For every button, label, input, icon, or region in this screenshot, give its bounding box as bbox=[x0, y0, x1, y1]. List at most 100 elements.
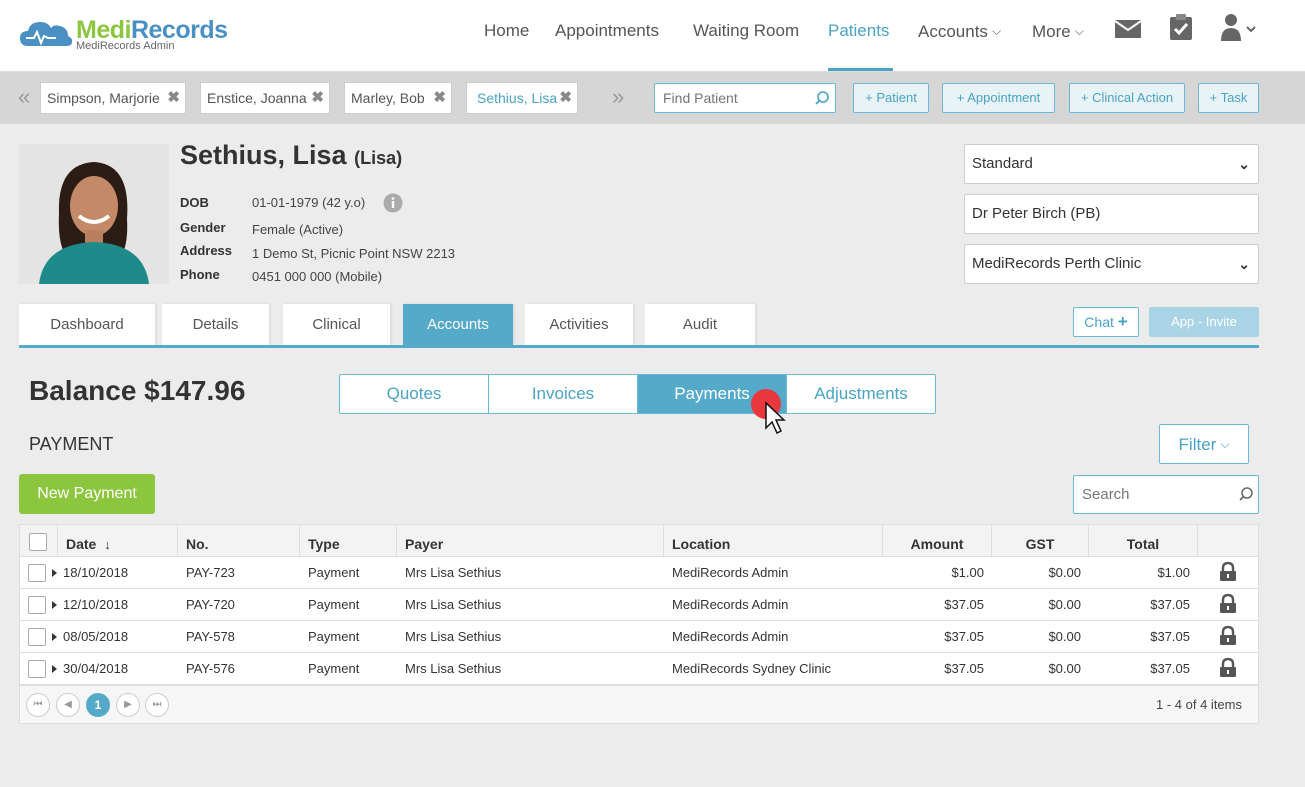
search-input[interactable] bbox=[1073, 475, 1259, 514]
row-checkbox[interactable] bbox=[28, 564, 46, 582]
select-all-header bbox=[20, 525, 58, 557]
add-task-button[interactable]: + Task bbox=[1198, 83, 1259, 113]
row-checkbox[interactable] bbox=[28, 596, 46, 614]
row-checkbox[interactable] bbox=[28, 628, 46, 646]
chevron-down-icon: ⌄ bbox=[1238, 256, 1250, 272]
chevron-down-icon: ⌵ bbox=[1220, 437, 1230, 451]
segment-adjustments[interactable]: Adjustments bbox=[786, 374, 936, 414]
nav-waiting-room[interactable]: Waiting Room bbox=[693, 0, 799, 72]
nav-more[interactable]: More ⌵ bbox=[1032, 0, 1084, 72]
search-icon[interactable] bbox=[1238, 486, 1254, 502]
first-page-icon[interactable]: ⏮ bbox=[26, 693, 50, 717]
patient-tab-simpson[interactable]: Simpson, Marjorie ✖ bbox=[40, 82, 186, 114]
tab-dashboard[interactable]: Dashboard bbox=[19, 304, 155, 346]
cell-type: Payment bbox=[308, 565, 360, 580]
user-icon[interactable] bbox=[1220, 13, 1260, 43]
lock-icon[interactable] bbox=[1219, 658, 1237, 678]
scroll-left-icon[interactable]: « bbox=[18, 86, 30, 108]
cell-payer: Mrs Lisa Sethius bbox=[405, 661, 502, 676]
column-header-gst[interactable]: GST bbox=[992, 525, 1089, 557]
patient-name: Sethius, Lisa (Lisa) bbox=[180, 140, 403, 170]
add-appointment-button[interactable]: + Appointment bbox=[942, 83, 1055, 113]
find-patient-input[interactable] bbox=[654, 83, 836, 113]
scroll-right-icon[interactable]: » bbox=[612, 86, 624, 108]
nav-accounts[interactable]: Accounts ⌵ bbox=[918, 0, 1001, 72]
lock-icon[interactable] bbox=[1219, 562, 1237, 582]
column-header-payer[interactable]: Payer bbox=[397, 525, 664, 557]
mail-icon[interactable] bbox=[1114, 18, 1142, 40]
table-row[interactable]: 30/04/2018 PAY-576 Payment Mrs Lisa Sethius… bbox=[20, 653, 1258, 685]
row-checkbox[interactable] bbox=[28, 660, 46, 678]
tab-audit[interactable]: Audit bbox=[645, 304, 755, 346]
select-all-checkbox[interactable] bbox=[29, 533, 47, 551]
expand-row-icon[interactable] bbox=[52, 633, 57, 641]
patient-tab-sethius[interactable]: Sethius, Lisa ✖ bbox=[466, 82, 578, 114]
expand-row-icon[interactable] bbox=[52, 601, 57, 609]
chevron-down-icon: ⌵ bbox=[991, 24, 1002, 38]
lock-icon[interactable] bbox=[1219, 626, 1237, 646]
cell-no: PAY-576 bbox=[186, 661, 235, 676]
prev-page-icon[interactable]: ◀ bbox=[56, 693, 80, 717]
cell-gst: $0.00 bbox=[1048, 597, 1081, 612]
table-row[interactable]: 18/10/2018 PAY-723 Payment Mrs Lisa Sethius… bbox=[20, 557, 1258, 589]
page-number[interactable]: 1 bbox=[86, 693, 110, 717]
column-header-no[interactable]: No. bbox=[178, 525, 300, 557]
info-icon[interactable] bbox=[383, 193, 403, 213]
phone-value: 0451 000 000 (Mobile) bbox=[252, 269, 383, 284]
patient-tab-marley[interactable]: Marley, Bob ✖ bbox=[344, 82, 452, 114]
cell-payer: Mrs Lisa Sethius bbox=[405, 565, 502, 580]
gender-label: Gender bbox=[180, 220, 226, 235]
logo[interactable]: MediRecords MediRecords Admin bbox=[18, 14, 248, 58]
segment-quotes[interactable]: Quotes bbox=[339, 374, 489, 414]
close-icon[interactable]: ✖ bbox=[559, 83, 572, 113]
clipboard-check-icon[interactable] bbox=[1169, 13, 1193, 41]
pagination: ⏮ ◀ 1 ▶ ⏭ 1 - 4 of 4 items bbox=[20, 685, 1258, 723]
billing-type-select[interactable]: Standard ⌄ bbox=[964, 144, 1259, 184]
column-header-date[interactable]: Date ↓ bbox=[58, 525, 178, 557]
segment-invoices[interactable]: Invoices bbox=[488, 374, 638, 414]
expand-row-icon[interactable] bbox=[52, 665, 57, 673]
app-invite-button[interactable]: App - Invite bbox=[1149, 307, 1259, 337]
column-header-location[interactable]: Location bbox=[664, 525, 883, 557]
search-icon[interactable] bbox=[814, 90, 830, 106]
address-value: 1 Demo St, Picnic Point NSW 2213 bbox=[252, 246, 456, 261]
address-label: Address bbox=[180, 243, 233, 258]
cell-no: PAY-578 bbox=[186, 629, 235, 644]
table-row[interactable]: 12/10/2018 PAY-720 Payment Mrs Lisa Sethius… bbox=[20, 589, 1258, 621]
table-row[interactable]: 08/05/2018 PAY-578 Payment Mrs Lisa Sethius… bbox=[20, 621, 1258, 653]
patient-tab-enstice[interactable]: Enstice, Joanna ✖ bbox=[200, 82, 330, 114]
column-header-total[interactable]: Total bbox=[1089, 525, 1198, 557]
last-page-icon[interactable]: ⏭ bbox=[145, 693, 169, 717]
cell-total: $37.05 bbox=[1150, 629, 1190, 644]
nav-appointments[interactable]: Appointments bbox=[555, 0, 659, 72]
tab-clinical[interactable]: Clinical bbox=[283, 304, 390, 346]
add-patient-button[interactable]: + Patient bbox=[853, 83, 929, 113]
dob-label: DOB bbox=[180, 195, 209, 210]
filter-button[interactable]: Filter ⌵ bbox=[1159, 424, 1249, 464]
cell-date: 30/04/2018 bbox=[63, 661, 129, 676]
nav-patients[interactable]: Patients bbox=[828, 0, 893, 71]
cell-payer: Mrs Lisa Sethius bbox=[405, 597, 502, 612]
tab-details[interactable]: Details bbox=[162, 304, 269, 346]
expand-row-icon[interactable] bbox=[52, 569, 57, 577]
patient-avatar-icon bbox=[19, 144, 169, 284]
tab-activities[interactable]: Activities bbox=[525, 304, 633, 346]
lock-icon[interactable] bbox=[1219, 594, 1237, 614]
phone-label: Phone bbox=[180, 267, 220, 282]
next-page-icon[interactable]: ▶ bbox=[116, 693, 140, 717]
column-header-type[interactable]: Type bbox=[300, 525, 397, 557]
close-icon[interactable]: ✖ bbox=[311, 83, 324, 113]
practitioner-field[interactable]: Dr Peter Birch (PB) bbox=[964, 194, 1259, 234]
close-icon[interactable]: ✖ bbox=[433, 83, 446, 113]
add-clinical-action-button[interactable]: + Clinical Action bbox=[1069, 83, 1185, 113]
chevron-down-icon: ⌵ bbox=[1074, 24, 1084, 38]
cell-type: Payment bbox=[308, 661, 360, 676]
tab-accounts[interactable]: Accounts bbox=[403, 304, 513, 346]
chat-button[interactable]: Chat + bbox=[1073, 307, 1139, 337]
column-header-amount[interactable]: Amount bbox=[883, 525, 992, 557]
nav-home[interactable]: Home bbox=[484, 0, 529, 72]
clinic-select[interactable]: MediRecords Perth Clinic ⌄ bbox=[964, 244, 1259, 284]
cell-gst: $0.00 bbox=[1048, 565, 1081, 580]
close-icon[interactable]: ✖ bbox=[167, 83, 180, 113]
new-payment-button[interactable]: New Payment bbox=[19, 474, 155, 514]
